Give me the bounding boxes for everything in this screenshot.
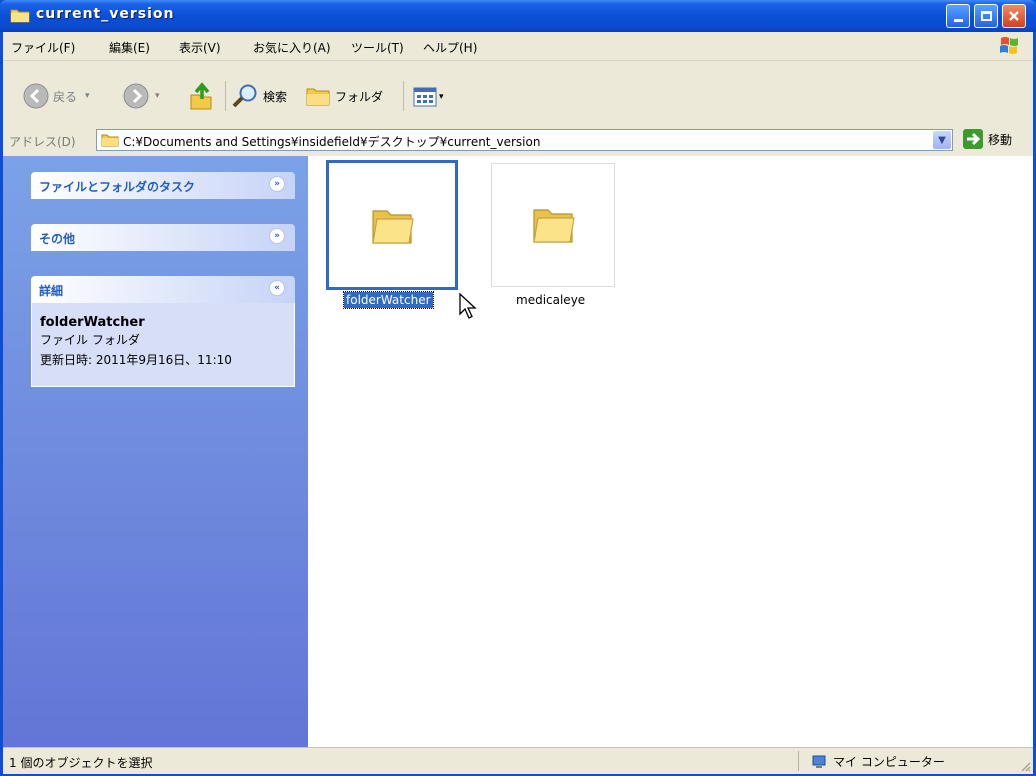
- go-arrow-icon: [963, 129, 983, 149]
- views-grid-icon: [413, 87, 437, 107]
- address-value: C:¥Documents and Settings¥insidefield¥デス…: [123, 135, 541, 149]
- menu-file[interactable]: ファイル(F): [11, 39, 75, 56]
- folder-icon: [533, 209, 575, 243]
- go-button[interactable]: 移動: [963, 129, 1012, 149]
- file-item-folderwatcher-thumbnail[interactable]: [326, 160, 458, 290]
- maximize-button[interactable]: [974, 4, 998, 28]
- folder-icon: [10, 9, 30, 23]
- panel-file-folder-tasks[interactable]: ファイルとフォルダのタスク »: [31, 172, 295, 199]
- task-pane: ファイルとフォルダのタスク » その他 » 詳細 « folderWatcher…: [3, 156, 308, 747]
- views-dropdown-icon[interactable]: ▾: [439, 92, 444, 102]
- up-folder-button[interactable]: [187, 81, 215, 111]
- minimize-icon: [953, 19, 963, 22]
- explorer-window: current_version ファイル(F) 編集(E) 表示(V) お気に入…: [0, 0, 1036, 776]
- toolbar-separator: [403, 81, 404, 111]
- menu-bar: ファイル(F) 編集(E) 表示(V) お気に入り(A) ツール(T) ヘルプ(…: [3, 32, 1033, 61]
- expand-chevron-icon[interactable]: »: [269, 176, 285, 192]
- address-input[interactable]: C:¥Documents and Settings¥insidefield¥デス…: [96, 129, 953, 151]
- address-bar: アドレス(D) C:¥Documents and Settings¥inside…: [3, 125, 1033, 156]
- menu-help[interactable]: ヘルプ(H): [423, 39, 477, 56]
- forward-dropdown-icon[interactable]: ▾: [155, 91, 160, 101]
- folder-icon: [372, 210, 414, 244]
- expand-chevron-icon[interactable]: »: [269, 228, 285, 244]
- forward-arrow-icon: [123, 83, 149, 109]
- maximize-icon: [980, 11, 992, 21]
- close-icon: [1009, 11, 1019, 21]
- title-bar[interactable]: current_version: [0, 0, 1036, 32]
- window-title: current_version: [36, 6, 175, 22]
- toolbar: 戻る ▾ ▾ 検索 フォルダ ▾: [3, 61, 1033, 126]
- search-button[interactable]: 検索: [231, 83, 287, 109]
- search-icon: [232, 84, 257, 108]
- panel-title: ファイルとフォルダのタスク: [39, 180, 196, 194]
- forward-button[interactable]: ▾: [123, 83, 160, 109]
- detail-name: folderWatcher: [40, 315, 145, 330]
- close-button[interactable]: [1002, 4, 1026, 28]
- status-bar: 1 個のオブジェクトを選択 マイ コンピューター: [3, 747, 1033, 774]
- panel-title: その他: [39, 232, 76, 246]
- menu-edit[interactable]: 編集(E): [109, 39, 150, 56]
- menu-view[interactable]: 表示(V): [179, 39, 221, 56]
- back-label: 戻る: [53, 89, 78, 104]
- chevron-down-icon: ▼: [938, 134, 946, 146]
- resize-grip-icon[interactable]: [1019, 760, 1031, 772]
- folders-button[interactable]: フォルダ: [305, 84, 383, 108]
- minimize-button[interactable]: [946, 4, 970, 28]
- my-computer-icon: [812, 755, 826, 768]
- go-label: 移動: [988, 132, 1013, 147]
- mouse-cursor-icon: [459, 292, 477, 319]
- up-folder-icon: [190, 82, 212, 110]
- status-selection: 1 個のオブジェクトを選択: [9, 756, 153, 770]
- panel-title: 詳細: [39, 284, 64, 298]
- menu-tools[interactable]: ツール(T): [351, 39, 404, 56]
- folders-icon: [306, 88, 330, 106]
- detail-type: ファイル フォルダ: [40, 333, 140, 347]
- collapse-chevron-icon[interactable]: «: [269, 280, 285, 296]
- folders-label: フォルダ: [335, 89, 384, 104]
- back-button[interactable]: 戻る ▾: [23, 83, 90, 109]
- file-item-medicaleye-label[interactable]: medicaleye: [516, 293, 585, 307]
- status-location-label: マイ コンピューター: [833, 755, 945, 769]
- file-item-folderwatcher-label[interactable]: folderWatcher: [343, 291, 434, 309]
- file-view[interactable]: folderWatcher medicaleye: [308, 156, 1033, 747]
- folder-icon: [101, 134, 119, 147]
- address-label: アドレス(D): [9, 135, 76, 149]
- toolbar-separator: [225, 81, 226, 111]
- search-label: 検索: [263, 89, 288, 104]
- back-dropdown-icon[interactable]: ▾: [85, 91, 90, 101]
- back-arrow-icon: [23, 83, 49, 109]
- status-location: マイ コンピューター: [811, 753, 945, 770]
- status-divider: [798, 751, 799, 771]
- detail-modified: 更新日時: 2011年9月16日、11:10: [40, 353, 232, 367]
- address-dropdown-button[interactable]: ▼: [933, 131, 951, 149]
- views-button[interactable]: ▾: [413, 87, 444, 107]
- menu-favorites[interactable]: お気に入り(A): [253, 39, 331, 56]
- panel-details[interactable]: 詳細 «: [31, 276, 295, 303]
- windows-logo-icon: [1000, 37, 1018, 54]
- panel-other[interactable]: その他 »: [31, 224, 295, 251]
- details-body: folderWatcher ファイル フォルダ 更新日時: 2011年9月16日…: [31, 303, 295, 387]
- file-item-medicaleye-thumbnail[interactable]: [491, 163, 615, 287]
